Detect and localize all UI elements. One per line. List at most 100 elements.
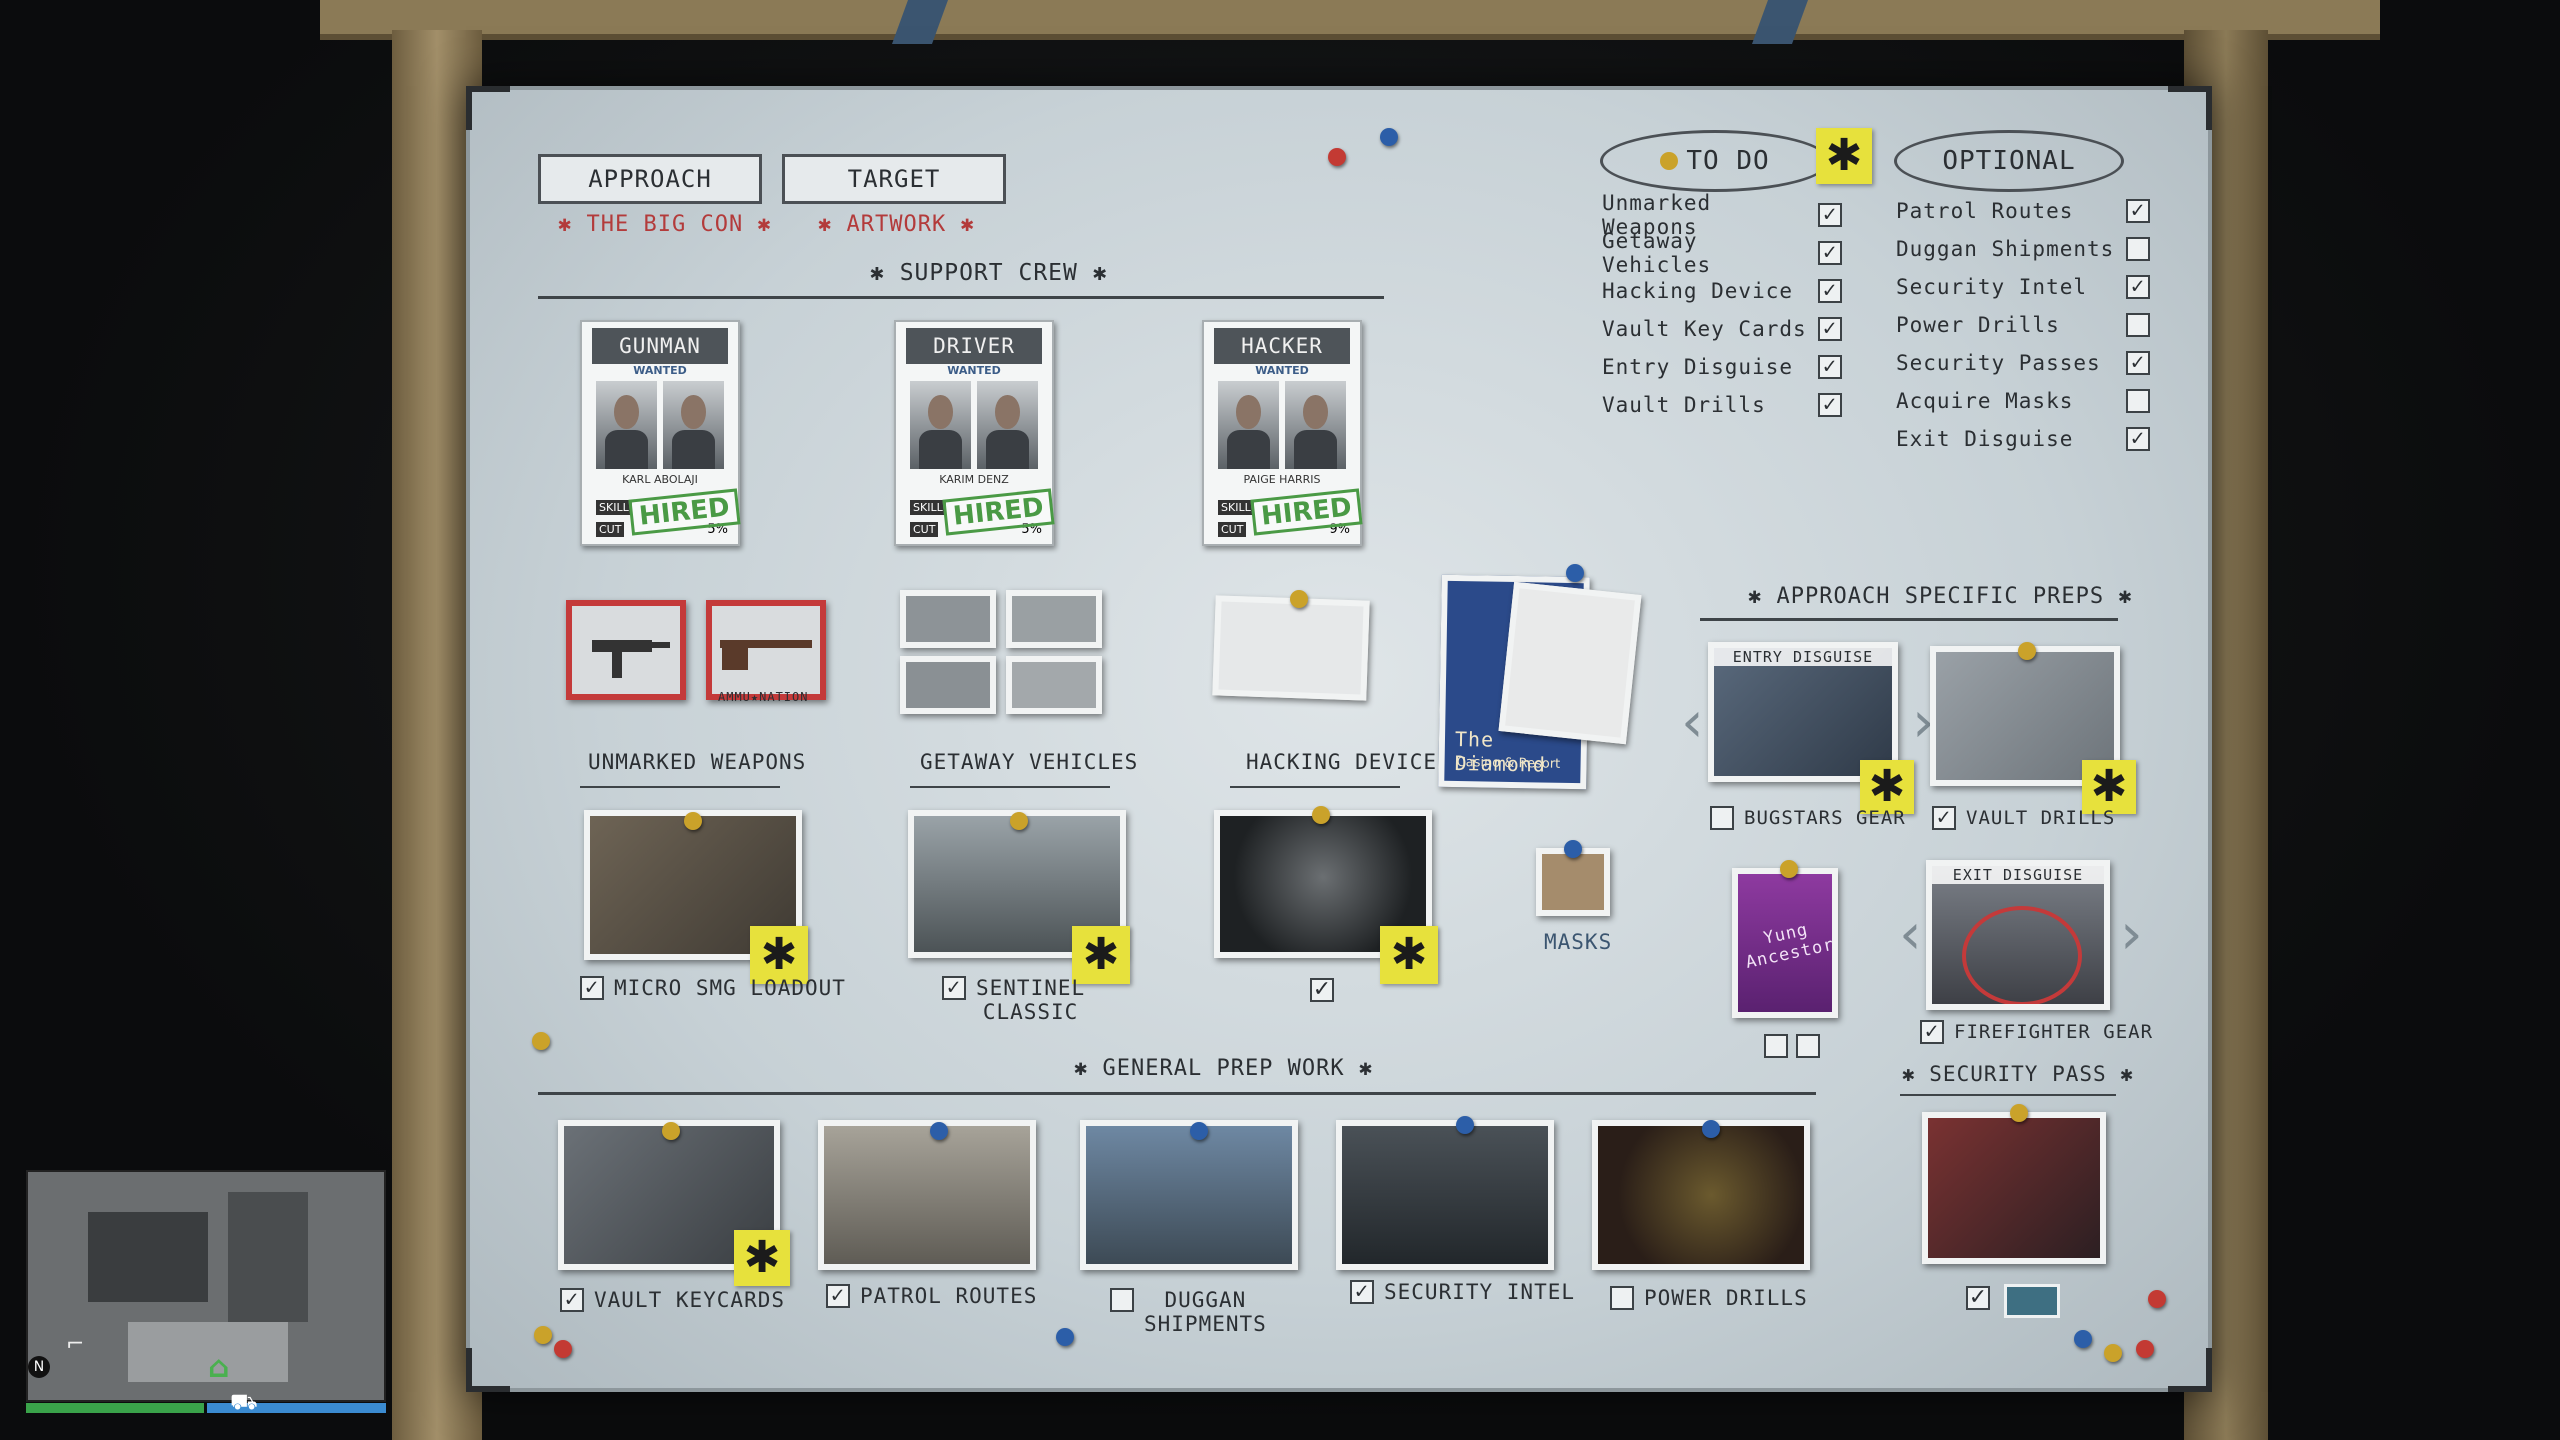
todo-item: Hacking Device ✓ <box>1602 272 1842 310</box>
entry-disguise-selection[interactable]: BUGSTARS GEAR <box>1710 806 1906 830</box>
push-pin <box>532 1032 550 1050</box>
power-drills-photo[interactable] <box>1592 1120 1810 1270</box>
board-corner-bracket <box>2168 1348 2212 1392</box>
entry-disguise-label: BUGSTARS GEAR <box>1744 807 1906 829</box>
crew-name: PAIGE HARRIS <box>1243 473 1321 486</box>
hacking-device-sketch[interactable] <box>1212 595 1370 701</box>
check-icon: ✓ <box>1818 393 1842 417</box>
vehicle-option[interactable] <box>900 656 996 714</box>
vault-keycards-label: VAULT KEYCARDS <box>594 1288 786 1312</box>
push-pin <box>1702 1120 1720 1138</box>
skill-tag: SKILL <box>1218 500 1254 515</box>
asterisk-icon: ✱ <box>1816 128 1872 184</box>
smg-icon <box>592 640 670 678</box>
entry-disguise-header: ENTRY DISGUISE <box>1714 648 1892 666</box>
optional-item: Acquire Masks <box>1896 382 2150 420</box>
check-icon: ✓ <box>580 976 604 1000</box>
crew-role: HACKER <box>1214 328 1350 364</box>
push-pin <box>2104 1344 2122 1362</box>
optional-item-label: Acquire Masks <box>1896 389 2074 413</box>
security-pass-photo[interactable] <box>1922 1112 2106 1264</box>
keycard-thumbnail <box>2004 1284 2060 1318</box>
map-building <box>88 1212 208 1302</box>
weapon-option-shotgun[interactable] <box>706 600 826 700</box>
skill-tag: SKILL <box>596 500 632 515</box>
crew-role: DRIVER <box>906 328 1042 364</box>
check-icon: ✓ <box>1920 1020 1944 1044</box>
divider-line <box>538 1092 1816 1095</box>
push-pin <box>1456 1116 1474 1134</box>
weapon-option-smg[interactable] <box>566 600 686 700</box>
wanted-label: WANTED <box>947 364 1001 377</box>
exit-disguise-photo[interactable]: EXIT DISGUISE <box>1926 860 2110 1010</box>
todo-item: Entry Disguise ✓ <box>1602 348 1842 386</box>
divider-line <box>1700 618 2118 621</box>
cut-tag: CUT <box>596 522 625 537</box>
board-corner-bracket <box>2168 86 2212 130</box>
push-pin <box>2018 642 2036 660</box>
security-intel-item[interactable]: ✓ SECURITY INTEL <box>1350 1280 1575 1304</box>
general-prep-title: ✱ GENERAL PREP WORK ✱ <box>1074 1056 1374 1081</box>
chevron-left-icon[interactable]: ‹ <box>1676 690 1711 755</box>
check-icon[interactable]: ✓ <box>1310 978 1334 1002</box>
approach-tab[interactable]: APPROACH <box>538 154 762 204</box>
mask-poster-text: Yung Ancestor <box>1744 919 1837 973</box>
check-icon: ✓ <box>2126 351 2150 375</box>
push-pin <box>1660 152 1679 170</box>
weapon-selection-label: MICRO SMG LOADOUT <box>614 976 846 1000</box>
mugshots <box>1218 381 1346 469</box>
push-pin <box>2010 1104 2028 1122</box>
todo-list: Unmarked Weapons ✓ Getaway Vehicles ✓ Hack… <box>1602 191 1842 424</box>
check-icon: ✓ <box>942 976 966 1000</box>
patrol-routes-item[interactable]: ✓ PATROL ROUTES <box>826 1284 1037 1308</box>
todo-header: TO DO <box>1600 130 1830 192</box>
minimap: ⌂ ⌐ N <box>26 1170 386 1402</box>
cut-tag: CUT <box>910 522 939 537</box>
crew-dossier-hacker[interactable]: HACKER WANTED PAIGE HARRIS SKILL CUT 9% … <box>1202 320 1363 546</box>
target-tab[interactable]: TARGET <box>782 154 1006 204</box>
exit-disguise-header: EXIT DISGUISE <box>1932 866 2104 884</box>
crew-name: KARL ABOLAJI <box>622 473 698 486</box>
crew-dossier-driver[interactable]: DRIVER WANTED KARIM DENZ SKILL CUT 5% HI… <box>894 320 1055 546</box>
todo-item-label: Vault Drills <box>1602 393 1766 417</box>
optional-item: Exit Disguise ✓ <box>1896 420 2150 458</box>
push-pin <box>1312 806 1330 824</box>
vehicle-option[interactable] <box>900 590 996 648</box>
duggan-shipments-item[interactable]: DUGGAN SHIPMENTS <box>1110 1288 1267 1336</box>
optional-list: Patrol Routes ✓ Duggan Shipments Security… <box>1896 192 2150 458</box>
check-icon: ✓ <box>2126 199 2150 223</box>
chevron-right-icon[interactable]: › <box>2114 902 2149 967</box>
checkbox[interactable] <box>1764 1034 1788 1058</box>
security-intel-label: SECURITY INTEL <box>1384 1280 1576 1304</box>
duggan-shipments-photo[interactable] <box>1080 1120 1298 1270</box>
vehicle-option[interactable] <box>1006 656 1102 714</box>
exit-disguise-selection[interactable]: ✓ FIREFIGHTER GEAR <box>1920 1020 2153 1044</box>
mugshots <box>596 381 724 469</box>
optional-header: OPTIONAL <box>1894 130 2124 192</box>
vault-drills-selection[interactable]: ✓ VAULT DRILLS <box>1932 806 2115 830</box>
vault-keycards-item[interactable]: ✓ VAULT KEYCARDS <box>560 1288 785 1312</box>
chevron-left-icon[interactable]: ‹ <box>1894 902 1929 967</box>
crew-dossier-gunman[interactable]: GUNMAN WANTED KARL ABOLAJI SKILL CUT 5% … <box>580 320 741 546</box>
vehicle-option[interactable] <box>1006 590 1102 648</box>
push-pin <box>662 1122 680 1140</box>
crew-role: GUNMAN <box>592 328 728 364</box>
masks-photo[interactable] <box>1536 848 1610 916</box>
power-drills-item[interactable]: POWER DRILLS <box>1610 1286 1808 1310</box>
vehicle-selection[interactable]: ✓ SENTINEL CLASSIC <box>942 976 1085 1024</box>
optional-item: Patrol Routes ✓ <box>1896 192 2150 230</box>
optional-item-label: Duggan Shipments <box>1896 237 2115 261</box>
patrol-routes-photo[interactable] <box>818 1120 1036 1270</box>
casino-floorplan-sketch <box>1498 581 1642 745</box>
security-pass-title: ✱ SECURITY PASS ✱ <box>1902 1062 2134 1086</box>
checkbox[interactable] <box>1796 1034 1820 1058</box>
check-icon: ✓ <box>826 1284 850 1308</box>
wanted-label: WANTED <box>1255 364 1309 377</box>
weapon-selection[interactable]: ✓ MICRO SMG LOADOUT <box>580 976 846 1000</box>
optional-item-label: Exit Disguise <box>1896 427 2074 451</box>
divider-line <box>538 296 1384 299</box>
security-intel-photo[interactable] <box>1336 1120 1554 1270</box>
push-pin <box>1564 840 1582 858</box>
check-icon[interactable]: ✓ <box>1966 1286 1990 1310</box>
crew-name: KARIM DENZ <box>939 473 1009 486</box>
